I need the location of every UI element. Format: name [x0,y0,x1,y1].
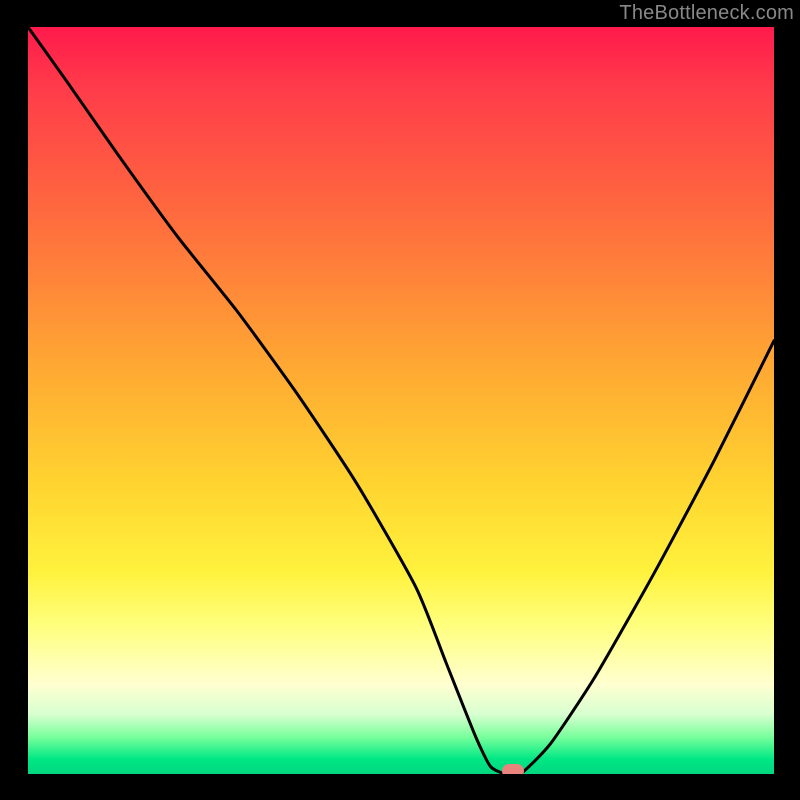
bottleneck-curve [28,27,774,774]
chart-container: TheBottleneck.com [0,0,800,800]
minimum-marker [502,764,524,774]
plot-area [28,27,774,774]
watermark-text: TheBottleneck.com [619,2,794,25]
